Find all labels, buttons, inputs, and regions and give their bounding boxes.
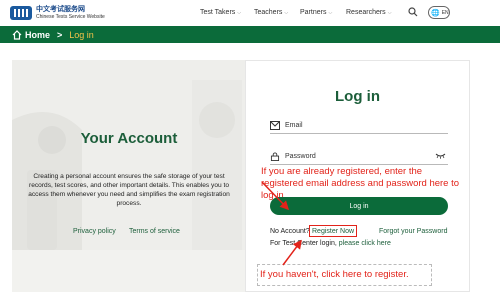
login-button[interactable]: Log in bbox=[270, 197, 448, 215]
forgot-password-link[interactable]: Forgot your Password bbox=[379, 228, 447, 235]
lock-icon bbox=[270, 152, 280, 161]
nav-teachers[interactable]: Teachers ⌵ bbox=[254, 9, 288, 16]
login-title: Log in bbox=[335, 88, 380, 105]
nav-label: Teachers bbox=[254, 9, 283, 16]
envelope-icon bbox=[270, 121, 280, 130]
breadcrumb-home[interactable]: Home bbox=[25, 30, 50, 40]
top-header: 中文考试服务网 Chinese Tests Service Website Te… bbox=[0, 0, 500, 26]
password-field[interactable]: Password bbox=[270, 149, 448, 165]
chevron-down-icon: ⌵ bbox=[387, 10, 392, 16]
site-logo-icon[interactable] bbox=[10, 4, 32, 22]
nav-label: Partners bbox=[300, 9, 327, 16]
email-field[interactable]: Email bbox=[270, 118, 448, 134]
panel-description: Creating a personal account ensures the … bbox=[28, 173, 230, 207]
eye-closed-icon[interactable] bbox=[435, 153, 446, 159]
test-center-link[interactable]: please click here bbox=[339, 240, 391, 247]
chevron-down-icon: ⌵ bbox=[237, 10, 242, 16]
breadcrumb-current: Log in bbox=[69, 29, 94, 40]
nav-label: Test Takers bbox=[200, 9, 236, 16]
test-center-prefix: For Test Center login, bbox=[270, 240, 337, 247]
language-switch[interactable]: 🌐 EN bbox=[428, 6, 450, 19]
globe-icon: 🌐 bbox=[431, 9, 440, 17]
nav-partners[interactable]: Partners ⌵ bbox=[300, 9, 332, 16]
search-icon[interactable] bbox=[408, 7, 418, 17]
register-now-link[interactable]: Register Now bbox=[312, 228, 354, 235]
chevron-down-icon: ⌵ bbox=[284, 10, 289, 16]
language-label: EN bbox=[441, 9, 449, 16]
panel-title: Your Account bbox=[80, 130, 178, 147]
privacy-policy-link[interactable]: Privacy policy bbox=[73, 228, 116, 235]
test-center-login: For Test Center login, please click here bbox=[270, 240, 391, 247]
no-account-text: No Account? bbox=[270, 228, 310, 235]
breadcrumb: Home > Log in bbox=[0, 26, 500, 43]
annotation-register-hint: If you haven't, click here to register. bbox=[260, 269, 409, 280]
logo-en-text: Chinese Tests Service Website bbox=[36, 14, 105, 20]
nav-researchers[interactable]: Researchers ⌵ bbox=[346, 9, 391, 16]
logo-cn-text: 中文考试服务网 bbox=[36, 6, 85, 13]
email-label: Email bbox=[285, 122, 303, 129]
nav-label: Researchers bbox=[346, 9, 386, 16]
chevron-down-icon: ⌵ bbox=[328, 10, 333, 16]
nav-test-takers[interactable]: Test Takers ⌵ bbox=[200, 9, 241, 16]
terms-of-service-link[interactable]: Terms of service bbox=[129, 228, 180, 235]
home-icon bbox=[12, 29, 22, 40]
password-label: Password bbox=[285, 153, 316, 160]
breadcrumb-separator: > bbox=[57, 29, 63, 40]
